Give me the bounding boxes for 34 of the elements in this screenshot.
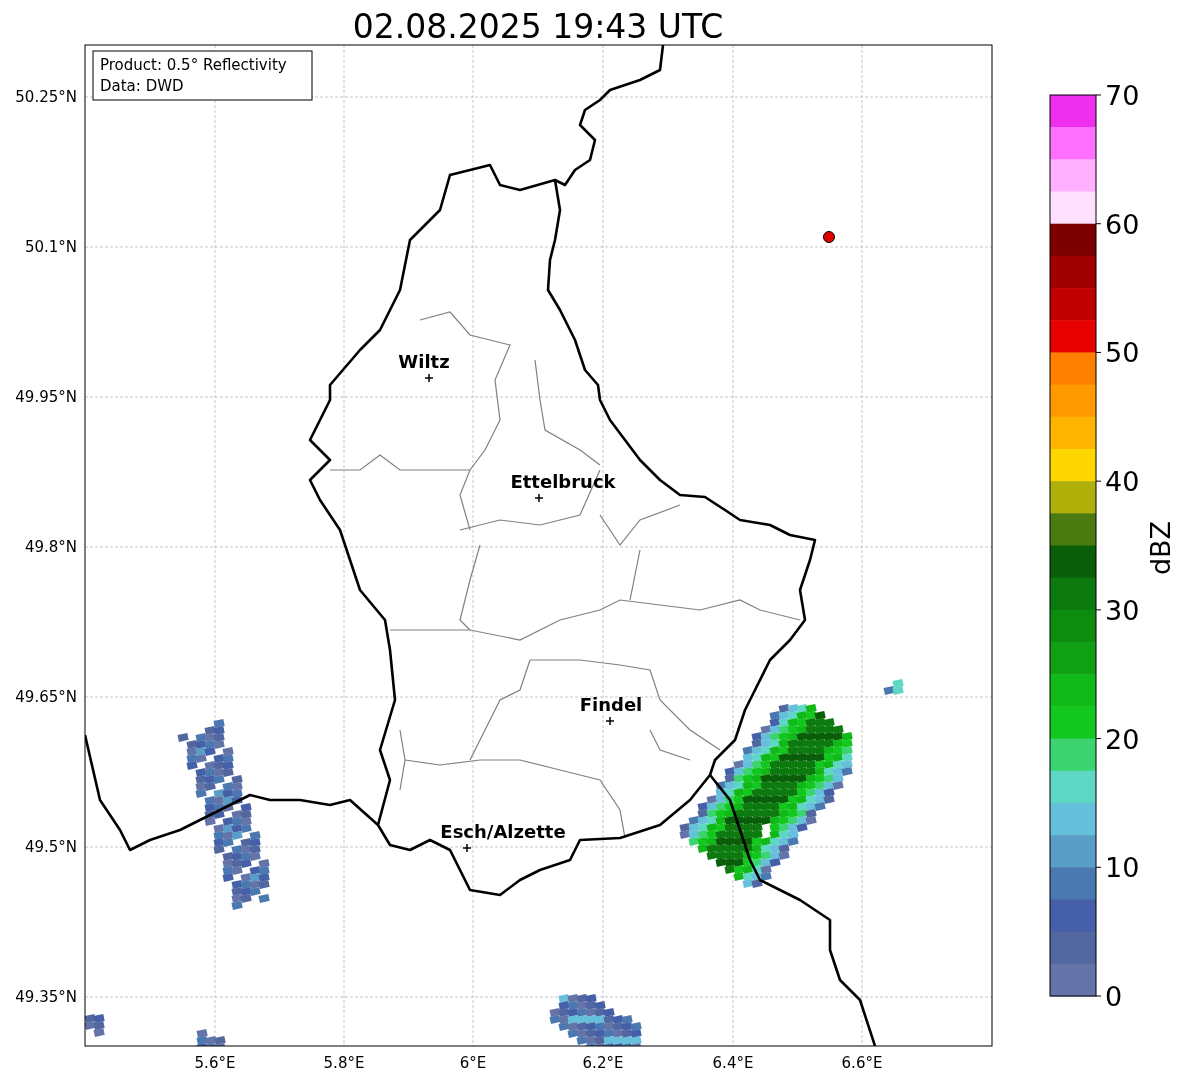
chart-title: 02.08.2025 19:43 UTC	[352, 7, 724, 46]
latitude-label: 49.5°N	[24, 838, 77, 856]
latitude-label: 49.95°N	[15, 388, 77, 406]
colorbar-tick-label: 50	[1105, 337, 1140, 369]
city-label: Findel	[579, 694, 643, 715]
longitude-label: 6.4°E	[712, 1054, 754, 1072]
latitude-label: 49.35°N	[15, 988, 77, 1006]
colorbar-tick-label: 40	[1105, 466, 1140, 498]
colorbar-tick-label: 10	[1105, 852, 1140, 884]
site-marker-icon	[823, 231, 835, 243]
longitude-label: 5.6°E	[194, 1054, 236, 1072]
colorbar-tick-label: 30	[1105, 594, 1140, 626]
longitude-label: 5.8°E	[323, 1054, 365, 1072]
city-marker-icon	[605, 716, 615, 726]
colorbar-tick-label: 60	[1105, 208, 1140, 240]
city-marker-icon	[462, 843, 472, 853]
latitude-label: 50.1°N	[24, 238, 77, 256]
colorbar-tick-label: 0	[1105, 981, 1123, 1012]
longitude-label: 6.6°E	[841, 1054, 883, 1072]
colorbar-tick-label: 70	[1105, 80, 1140, 111]
latitude-label: 49.8°N	[24, 538, 77, 556]
latitude-label: 50.25°N	[15, 88, 77, 106]
city-marker-icon	[534, 493, 544, 503]
city-marker-icon	[424, 373, 434, 383]
city-label: Ettelbruck	[510, 471, 616, 492]
legend-text: Product: 0.5° Reflectivity	[100, 56, 287, 74]
longitude-label: 6°E	[459, 1054, 487, 1072]
colorbar-label: dBZ	[1145, 520, 1176, 576]
legend-text: Data: DWD	[100, 77, 184, 95]
latitude-label: 49.65°N	[15, 688, 77, 706]
colorbar-tick-label: 20	[1105, 723, 1140, 755]
city-label: Esch/Alzette	[440, 821, 566, 842]
city-label: Wiltz	[398, 351, 450, 372]
longitude-label: 6.2°E	[582, 1054, 624, 1072]
